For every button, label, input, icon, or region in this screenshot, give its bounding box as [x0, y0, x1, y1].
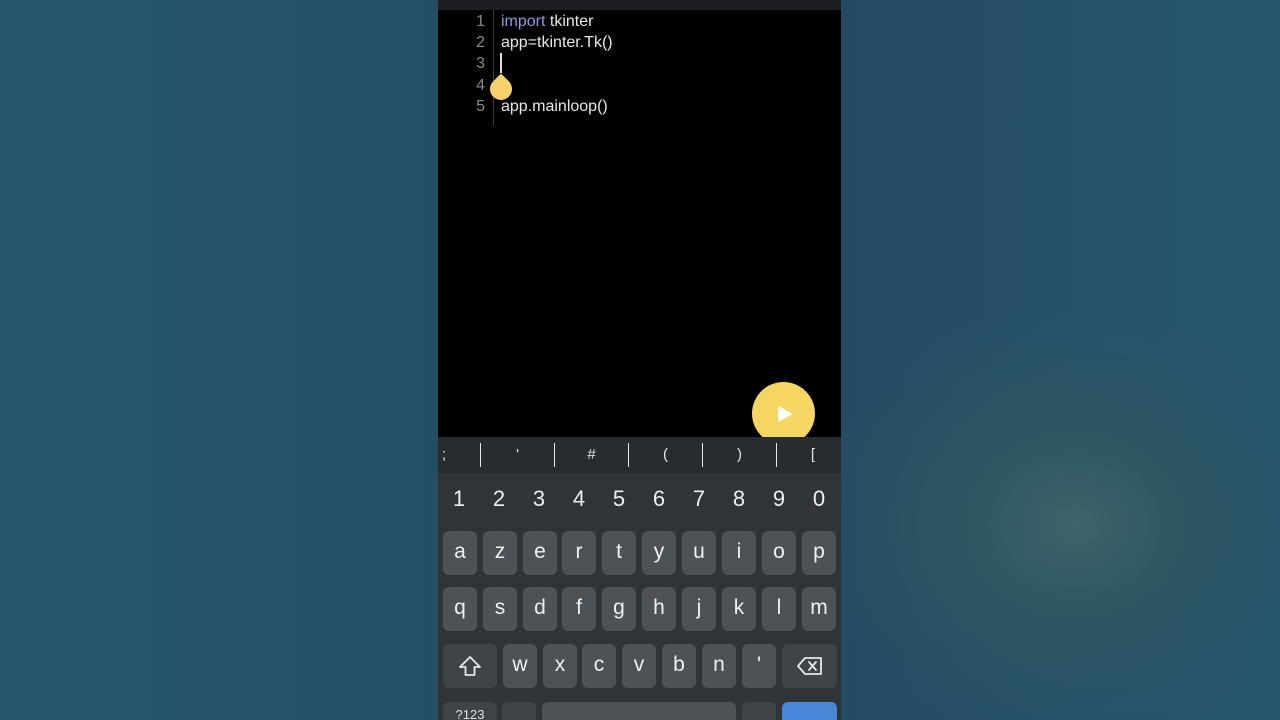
key-h[interactable]: h [642, 587, 676, 631]
key-y[interactable]: y [642, 531, 676, 575]
key-1[interactable]: 1 [439, 481, 479, 517]
key-3[interactable]: 3 [519, 481, 559, 517]
key-p[interactable]: p [802, 531, 836, 575]
symbol-key-open-bracket[interactable]: [ [777, 443, 841, 467]
backspace-icon [796, 657, 822, 675]
play-icon [777, 405, 792, 422]
key-0[interactable]: 0 [799, 481, 839, 517]
key-a[interactable]: a [443, 531, 477, 575]
key-apostrophe[interactable]: ' [742, 644, 776, 688]
run-button[interactable] [752, 382, 815, 445]
key-t[interactable]: t [602, 531, 636, 575]
symbol-bar: ; ' # ( ) [ [438, 437, 841, 473]
key-l[interactable]: l [762, 587, 796, 631]
text-cursor [500, 53, 502, 73]
code-line-2[interactable]: 2 app=tkinter.Tk() [438, 32, 841, 53]
key-j[interactable]: j [682, 587, 716, 631]
enter-key[interactable] [782, 702, 837, 720]
symbol-key-quote[interactable]: ' [481, 443, 555, 467]
comma-key[interactable] [502, 702, 536, 720]
key-4[interactable]: 4 [559, 481, 599, 517]
code-text: app=tkinter.Tk() [501, 34, 613, 51]
symbol-key-close-paren[interactable]: ) [703, 443, 777, 467]
soft-keyboard: 1 2 3 4 5 6 7 8 9 0 a z e r t y u i o p … [438, 473, 841, 720]
symbols-mode-key[interactable]: ?123 [443, 702, 497, 720]
key-g[interactable]: g [602, 587, 636, 631]
shift-icon [459, 656, 481, 676]
code-rest: tkinter [545, 13, 594, 30]
key-q[interactable]: q [443, 587, 477, 631]
line-number: 3 [476, 55, 485, 72]
symbol-key-hash[interactable]: # [555, 443, 629, 467]
phone-screen: 1 import tkinter 2 app=tkinter.Tk() 3 4 … [438, 0, 841, 720]
key-u[interactable]: u [682, 531, 716, 575]
status-bar [438, 0, 841, 10]
key-b[interactable]: b [662, 644, 696, 688]
code-editor[interactable]: 1 import tkinter 2 app=tkinter.Tk() 3 4 … [438, 10, 841, 437]
key-d[interactable]: d [523, 587, 557, 631]
key-x[interactable]: x [543, 644, 577, 688]
key-r[interactable]: r [562, 531, 596, 575]
code-text: import tkinter [501, 11, 593, 32]
key-i[interactable]: i [722, 531, 756, 575]
code-line-3[interactable]: 3 [438, 53, 841, 74]
key-c[interactable]: c [582, 644, 616, 688]
symbol-key-semicolon[interactable]: ; [438, 443, 481, 467]
line-number: 1 [476, 13, 485, 30]
key-k[interactable]: k [722, 587, 756, 631]
key-m[interactable]: m [802, 587, 836, 631]
key-f[interactable]: f [562, 587, 596, 631]
key-9[interactable]: 9 [759, 481, 799, 517]
key-8[interactable]: 8 [719, 481, 759, 517]
key-5[interactable]: 5 [599, 481, 639, 517]
space-key[interactable] [542, 702, 736, 720]
period-key[interactable] [742, 702, 776, 720]
code-text: app.mainloop() [501, 98, 608, 115]
key-e[interactable]: e [523, 531, 557, 575]
key-6[interactable]: 6 [639, 481, 679, 517]
code-line-1[interactable]: 1 import tkinter [438, 11, 841, 32]
number-row: 1 2 3 4 5 6 7 8 9 0 [438, 481, 841, 517]
symbol-key-open-paren[interactable]: ( [629, 443, 703, 467]
line-number: 5 [476, 98, 485, 115]
key-2[interactable]: 2 [479, 481, 519, 517]
line-number: 4 [476, 77, 485, 94]
key-v[interactable]: v [622, 644, 656, 688]
key-o[interactable]: o [762, 531, 796, 575]
key-z[interactable]: z [483, 531, 517, 575]
key-7[interactable]: 7 [679, 481, 719, 517]
key-n[interactable]: n [702, 644, 736, 688]
backspace-key[interactable] [782, 644, 837, 688]
key-s[interactable]: s [483, 587, 517, 631]
keyword: import [501, 13, 546, 30]
shift-key[interactable] [443, 644, 497, 688]
key-w[interactable]: w [503, 644, 537, 688]
line-number: 2 [476, 34, 485, 51]
